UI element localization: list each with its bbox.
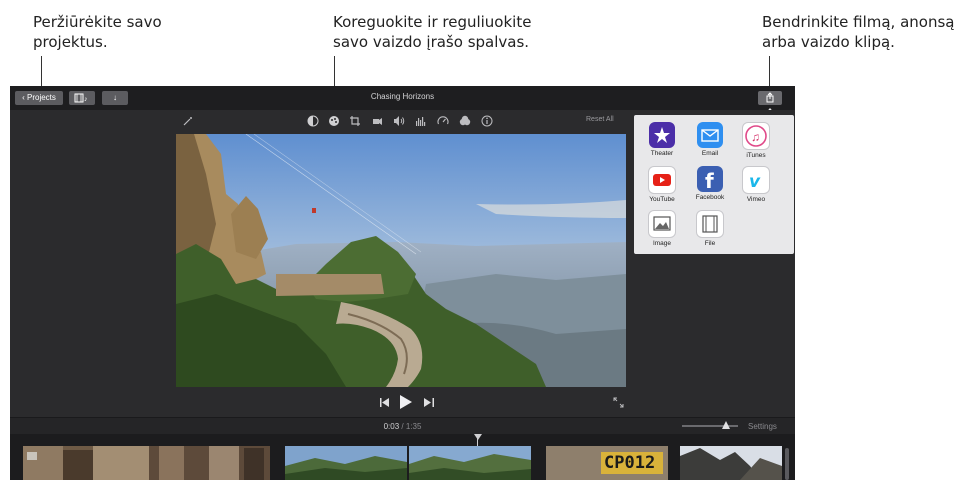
- playback-controls: [10, 387, 795, 417]
- svg-text:f: f: [705, 169, 714, 192]
- timeline[interactable]: CP012: [10, 434, 795, 480]
- clip-plate-text: CP012: [604, 453, 656, 473]
- facebook-icon: f: [697, 166, 723, 193]
- zoom-slider[interactable]: [682, 421, 738, 429]
- svg-text:♫: ♫: [751, 130, 760, 144]
- skip-back-icon[interactable]: [380, 398, 390, 407]
- color-correction-icon[interactable]: [328, 115, 340, 127]
- play-icon[interactable]: [400, 395, 412, 409]
- share-item-label: Image: [652, 240, 672, 247]
- filter-icon[interactable]: [459, 115, 471, 127]
- clip-thumbnail: [149, 446, 270, 480]
- share-popover: Theater Email ♫ iTunes YouTube f Facebook v Vime…: [634, 115, 794, 254]
- youtube-icon: [648, 166, 676, 194]
- share-item-theater[interactable]: Theater: [642, 122, 682, 157]
- stabilization-icon[interactable]: [371, 115, 383, 127]
- timeline-clip[interactable]: [23, 446, 149, 480]
- timecode: 0:03 / 1:35: [10, 422, 795, 431]
- clip-thumbnail: [680, 446, 782, 480]
- callout-share-line1: Bendrinkite filmą, anonsą: [762, 13, 955, 31]
- share-item-image[interactable]: Image: [642, 210, 682, 247]
- noise-reduction-icon[interactable]: [415, 115, 427, 127]
- project-title: Chasing Horizons: [370, 92, 435, 101]
- share-item-label: Vimeo: [746, 196, 766, 203]
- callout-color-line2: savo vaizdo įrašo spalvas.: [333, 33, 530, 51]
- share-item-vimeo[interactable]: v Vimeo: [736, 166, 776, 203]
- crop-icon[interactable]: [349, 115, 361, 127]
- share-icon: [766, 92, 774, 103]
- share-item-facebook[interactable]: f Facebook: [690, 166, 730, 201]
- video-viewer[interactable]: [176, 134, 626, 387]
- skip-forward-icon[interactable]: [424, 398, 434, 407]
- clip-thumbnail: [409, 446, 531, 480]
- vimeo-icon: v: [742, 166, 770, 194]
- share-item-itunes[interactable]: ♫ iTunes: [736, 122, 776, 159]
- timeline-clip[interactable]: [149, 446, 270, 480]
- theater-icon: [649, 122, 675, 148]
- share-item-label: iTunes: [746, 152, 766, 159]
- timeline-scrollbar[interactable]: [785, 448, 789, 480]
- share-item-file[interactable]: File: [690, 210, 730, 247]
- magic-wand-icon[interactable]: [182, 115, 194, 127]
- timecode-separator: /: [399, 422, 406, 431]
- info-icon[interactable]: [481, 115, 493, 127]
- callout-share: Bendrinkite filmą, anonsą arba vaizdo kl…: [762, 12, 954, 52]
- volume-icon[interactable]: [393, 115, 405, 127]
- svg-text:v: v: [749, 172, 761, 192]
- speed-icon[interactable]: [437, 115, 449, 127]
- reset-all-button[interactable]: Reset All: [586, 116, 614, 123]
- timeline-clip[interactable]: [409, 446, 531, 480]
- timecode-current: 0:03: [383, 422, 400, 431]
- settings-button[interactable]: Settings: [748, 422, 777, 431]
- title-bar: ‹ Projects ♪ ↓ Chasing Horizons: [10, 86, 795, 115]
- zoom-slider-knob[interactable]: [722, 421, 730, 429]
- callout-projects-line2: projektus.: [33, 33, 108, 51]
- timeline-clip[interactable]: [285, 446, 407, 480]
- share-button[interactable]: [758, 91, 782, 105]
- clip-thumbnail: [23, 446, 149, 480]
- timecode-total: 1:35: [405, 422, 422, 431]
- share-item-label: Theater: [650, 150, 674, 157]
- callout-color-line1: Koreguokite ir reguliuokite: [333, 13, 532, 31]
- playhead-handle[interactable]: [474, 434, 482, 440]
- share-item-youtube[interactable]: YouTube: [642, 166, 682, 203]
- callout-projects-line1: Peržiūrėkite savo: [33, 13, 162, 31]
- share-item-label: File: [704, 240, 716, 247]
- timeline-clip[interactable]: [680, 446, 782, 480]
- share-item-label: Facebook: [695, 194, 725, 201]
- timeline-header: 0:03 / 1:35 Settings: [10, 417, 795, 434]
- share-item-email[interactable]: Email: [690, 122, 730, 157]
- callout-share-line2: arba vaizdo klipą.: [762, 33, 895, 51]
- email-icon: [697, 122, 723, 148]
- video-frame: [176, 134, 626, 387]
- imovie-window: ‹ Projects ♪ ↓ Chasing Horizons Reset Al…: [10, 86, 795, 480]
- share-item-label: Email: [701, 150, 719, 157]
- color-balance-icon[interactable]: [307, 115, 319, 127]
- share-item-label: YouTube: [649, 196, 675, 203]
- callout-projects: Peržiūrėkite savo projektus.: [33, 12, 162, 52]
- file-icon: [696, 210, 724, 238]
- timeline-clip[interactable]: CP012: [546, 446, 668, 480]
- callout-color: Koreguokite ir reguliuokite savo vaizdo …: [333, 12, 531, 52]
- fullscreen-icon[interactable]: [613, 397, 624, 408]
- clip-thumbnail: [285, 446, 407, 480]
- itunes-icon: ♫: [742, 122, 770, 150]
- image-icon: [648, 210, 676, 238]
